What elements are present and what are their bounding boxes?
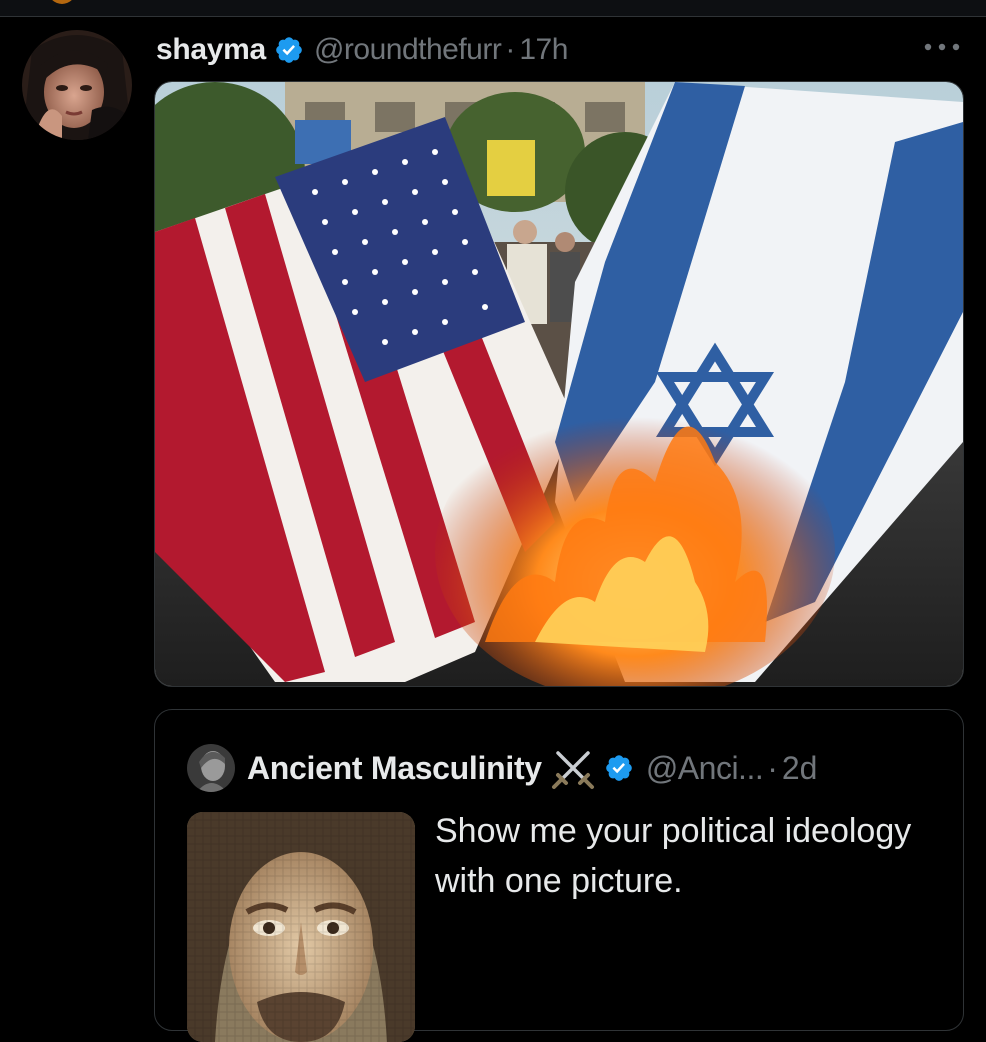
quoted-post-card[interactable]: Ancient Masculinity @Anci... · 2d Show m… (154, 709, 964, 1042)
verified-badge-icon (606, 755, 632, 781)
quoted-author-name[interactable]: Ancient Masculinity (247, 750, 542, 787)
quoted-post-text: Show me your political ideology with one… (435, 812, 912, 900)
post-header: shayma @roundthefurr · 17h (156, 28, 568, 72)
more-options-icon[interactable] (920, 36, 964, 58)
quoted-author-handle[interactable]: @Anci... (646, 750, 764, 787)
author-avatar[interactable] (22, 30, 132, 140)
post-media-photo[interactable] (154, 81, 964, 687)
post-timestamp[interactable]: 17h (519, 33, 568, 67)
quoted-meta-separator: · (767, 749, 778, 786)
top-bar (0, 0, 986, 17)
quoted-author-avatar[interactable] (187, 744, 235, 792)
quoted-post-header: Ancient Masculinity @Anci... · 2d (187, 740, 817, 796)
crossed-swords-icon (551, 751, 594, 789)
meta-separator: · (505, 33, 516, 66)
quoted-post-thumbnail[interactable] (187, 812, 415, 1042)
author-name[interactable]: shayma (156, 33, 266, 67)
verified-badge-icon (276, 37, 302, 63)
top-bar-indicator (48, 0, 76, 4)
author-handle[interactable]: @roundthefurr (314, 33, 502, 67)
quoted-post-timestamp[interactable]: 2d (782, 750, 818, 787)
